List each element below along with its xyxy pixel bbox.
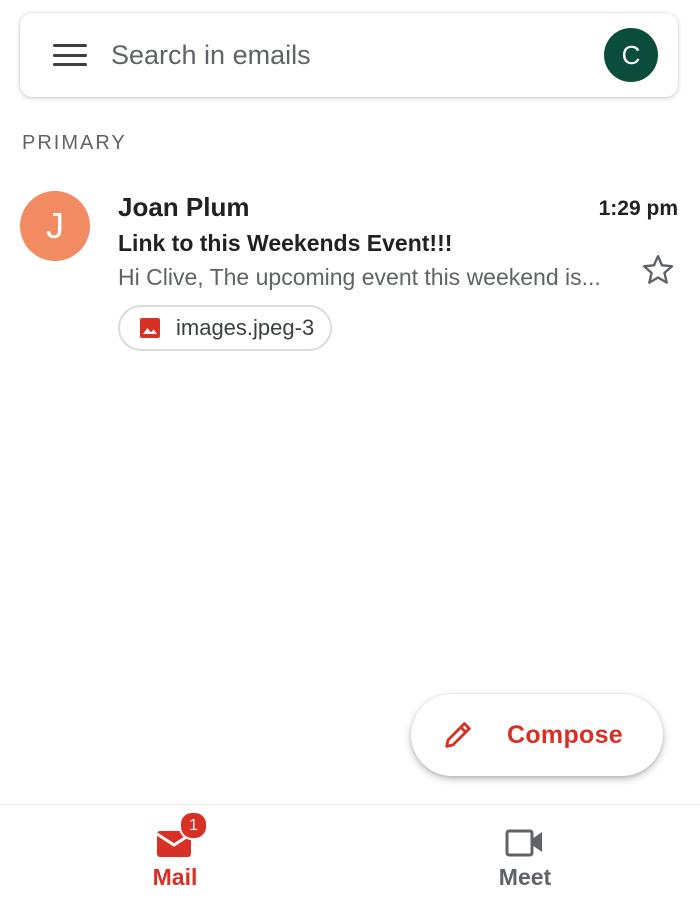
sender-name: Joan Plum: [118, 192, 250, 222]
search-input[interactable]: [111, 39, 604, 71]
pencil-icon: [445, 722, 471, 748]
section-label-primary: PRIMARY: [22, 132, 127, 154]
email-time: 1:29 pm: [598, 197, 678, 220]
bottom-nav: 1 Mail Meet: [0, 804, 700, 900]
image-icon: [140, 318, 160, 338]
account-avatar[interactable]: C: [604, 28, 658, 82]
compose-button[interactable]: Compose: [411, 694, 663, 776]
nav-label-mail: Mail: [152, 864, 198, 890]
star-icon[interactable]: [640, 252, 676, 288]
search-bar: C: [20, 13, 678, 97]
menu-icon[interactable]: [53, 44, 87, 66]
unread-badge: 1: [179, 811, 208, 840]
nav-item-mail[interactable]: 1 Mail: [0, 805, 350, 900]
attachment-chip[interactable]: images.jpeg-3: [118, 305, 333, 351]
nav-item-meet[interactable]: Meet: [350, 805, 700, 900]
sender-avatar: J: [20, 191, 90, 261]
email-subject: Link to this Weekends Event!!!: [118, 230, 453, 256]
email-snippet: Hi Clive, The upcoming event this weeken…: [118, 264, 601, 290]
gmail-app: C PRIMARY J Joan Plum 1:29 pm Link to th…: [0, 0, 700, 900]
attachment-label: images.jpeg-3: [176, 315, 315, 340]
compose-label: Compose: [507, 720, 624, 749]
mail-icon: 1: [155, 811, 208, 859]
video-camera-icon: [505, 825, 545, 859]
nav-label-meet: Meet: [498, 864, 552, 890]
email-list-item[interactable]: J Joan Plum 1:29 pm Link to this Weekend…: [0, 180, 700, 365]
